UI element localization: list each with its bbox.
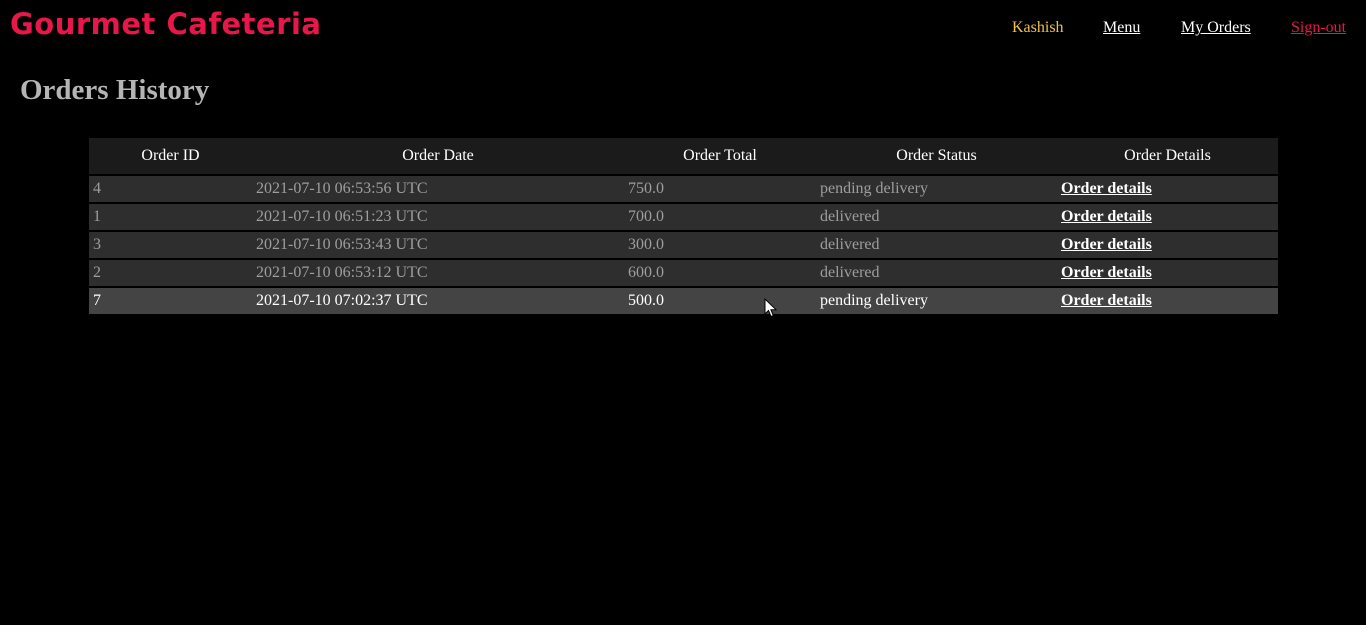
page-title: Orders History	[20, 74, 210, 106]
order-id-cell: 1	[89, 204, 252, 232]
order-date-cell: 2021-07-10 06:53:56 UTC	[252, 176, 624, 204]
nav-user-name: Kashish	[1012, 19, 1064, 36]
order-status-cell: delivered	[816, 232, 1057, 260]
order-id-cell: 3	[89, 232, 252, 260]
column-header-order-details: Order Details	[1057, 138, 1278, 176]
table-row: 1 2021-07-10 06:51:23 UTC 700.0 delivere…	[89, 204, 1278, 232]
order-date-cell: 2021-07-10 06:53:12 UTC	[252, 260, 624, 288]
order-date-cell: 2021-07-10 07:02:37 UTC	[252, 288, 624, 314]
order-id-cell: 7	[89, 288, 252, 314]
order-details-link[interactable]: Order details	[1061, 180, 1152, 197]
order-details-cell: Order details	[1057, 232, 1278, 260]
order-id-cell: 2	[89, 260, 252, 288]
table-row: 2 2021-07-10 06:53:12 UTC 600.0 delivere…	[89, 260, 1278, 288]
order-details-link[interactable]: Order details	[1061, 292, 1152, 309]
order-details-cell: Order details	[1057, 176, 1278, 204]
order-total-cell: 500.0	[624, 288, 816, 314]
order-details-cell: Order details	[1057, 288, 1278, 314]
table-row: 4 2021-07-10 06:53:56 UTC 750.0 pending …	[89, 176, 1278, 204]
order-details-link[interactable]: Order details	[1061, 208, 1152, 225]
order-details-link[interactable]: Order details	[1061, 236, 1152, 253]
order-total-cell: 600.0	[624, 260, 816, 288]
top-bar: Gourmet Cafeteria Kashish Menu My Orders…	[0, 0, 1366, 56]
nav-bar: Kashish Menu My Orders Sign-out	[0, 19, 1366, 39]
order-status-cell: pending delivery	[816, 288, 1057, 314]
order-total-cell: 300.0	[624, 232, 816, 260]
nav-my-orders-link[interactable]: My Orders	[1181, 19, 1251, 37]
order-date-cell: 2021-07-10 06:53:43 UTC	[252, 232, 624, 260]
order-date-cell: 2021-07-10 06:51:23 UTC	[252, 204, 624, 232]
column-header-order-status: Order Status	[816, 138, 1057, 176]
order-status-cell: delivered	[816, 260, 1057, 288]
column-header-order-id: Order ID	[89, 138, 252, 176]
order-details-link[interactable]: Order details	[1061, 264, 1152, 281]
table-header-row: Order ID Order Date Order Total Order St…	[89, 138, 1278, 176]
orders-table: Order ID Order Date Order Total Order St…	[89, 138, 1278, 314]
nav-signout-link[interactable]: Sign-out	[1291, 19, 1346, 37]
order-total-cell: 750.0	[624, 176, 816, 204]
order-status-cell: delivered	[816, 204, 1057, 232]
order-status-cell: pending delivery	[816, 176, 1057, 204]
nav-menu-link[interactable]: Menu	[1103, 19, 1140, 37]
order-total-cell: 700.0	[624, 204, 816, 232]
table-row-hovered: 7 2021-07-10 07:02:37 UTC 500.0 pending …	[89, 288, 1278, 314]
column-header-order-date: Order Date	[252, 138, 624, 176]
order-details-cell: Order details	[1057, 204, 1278, 232]
order-details-cell: Order details	[1057, 260, 1278, 288]
column-header-order-total: Order Total	[624, 138, 816, 176]
order-id-cell: 4	[89, 176, 252, 204]
mouse-cursor-icon	[764, 298, 778, 318]
table-row: 3 2021-07-10 06:53:43 UTC 300.0 delivere…	[89, 232, 1278, 260]
